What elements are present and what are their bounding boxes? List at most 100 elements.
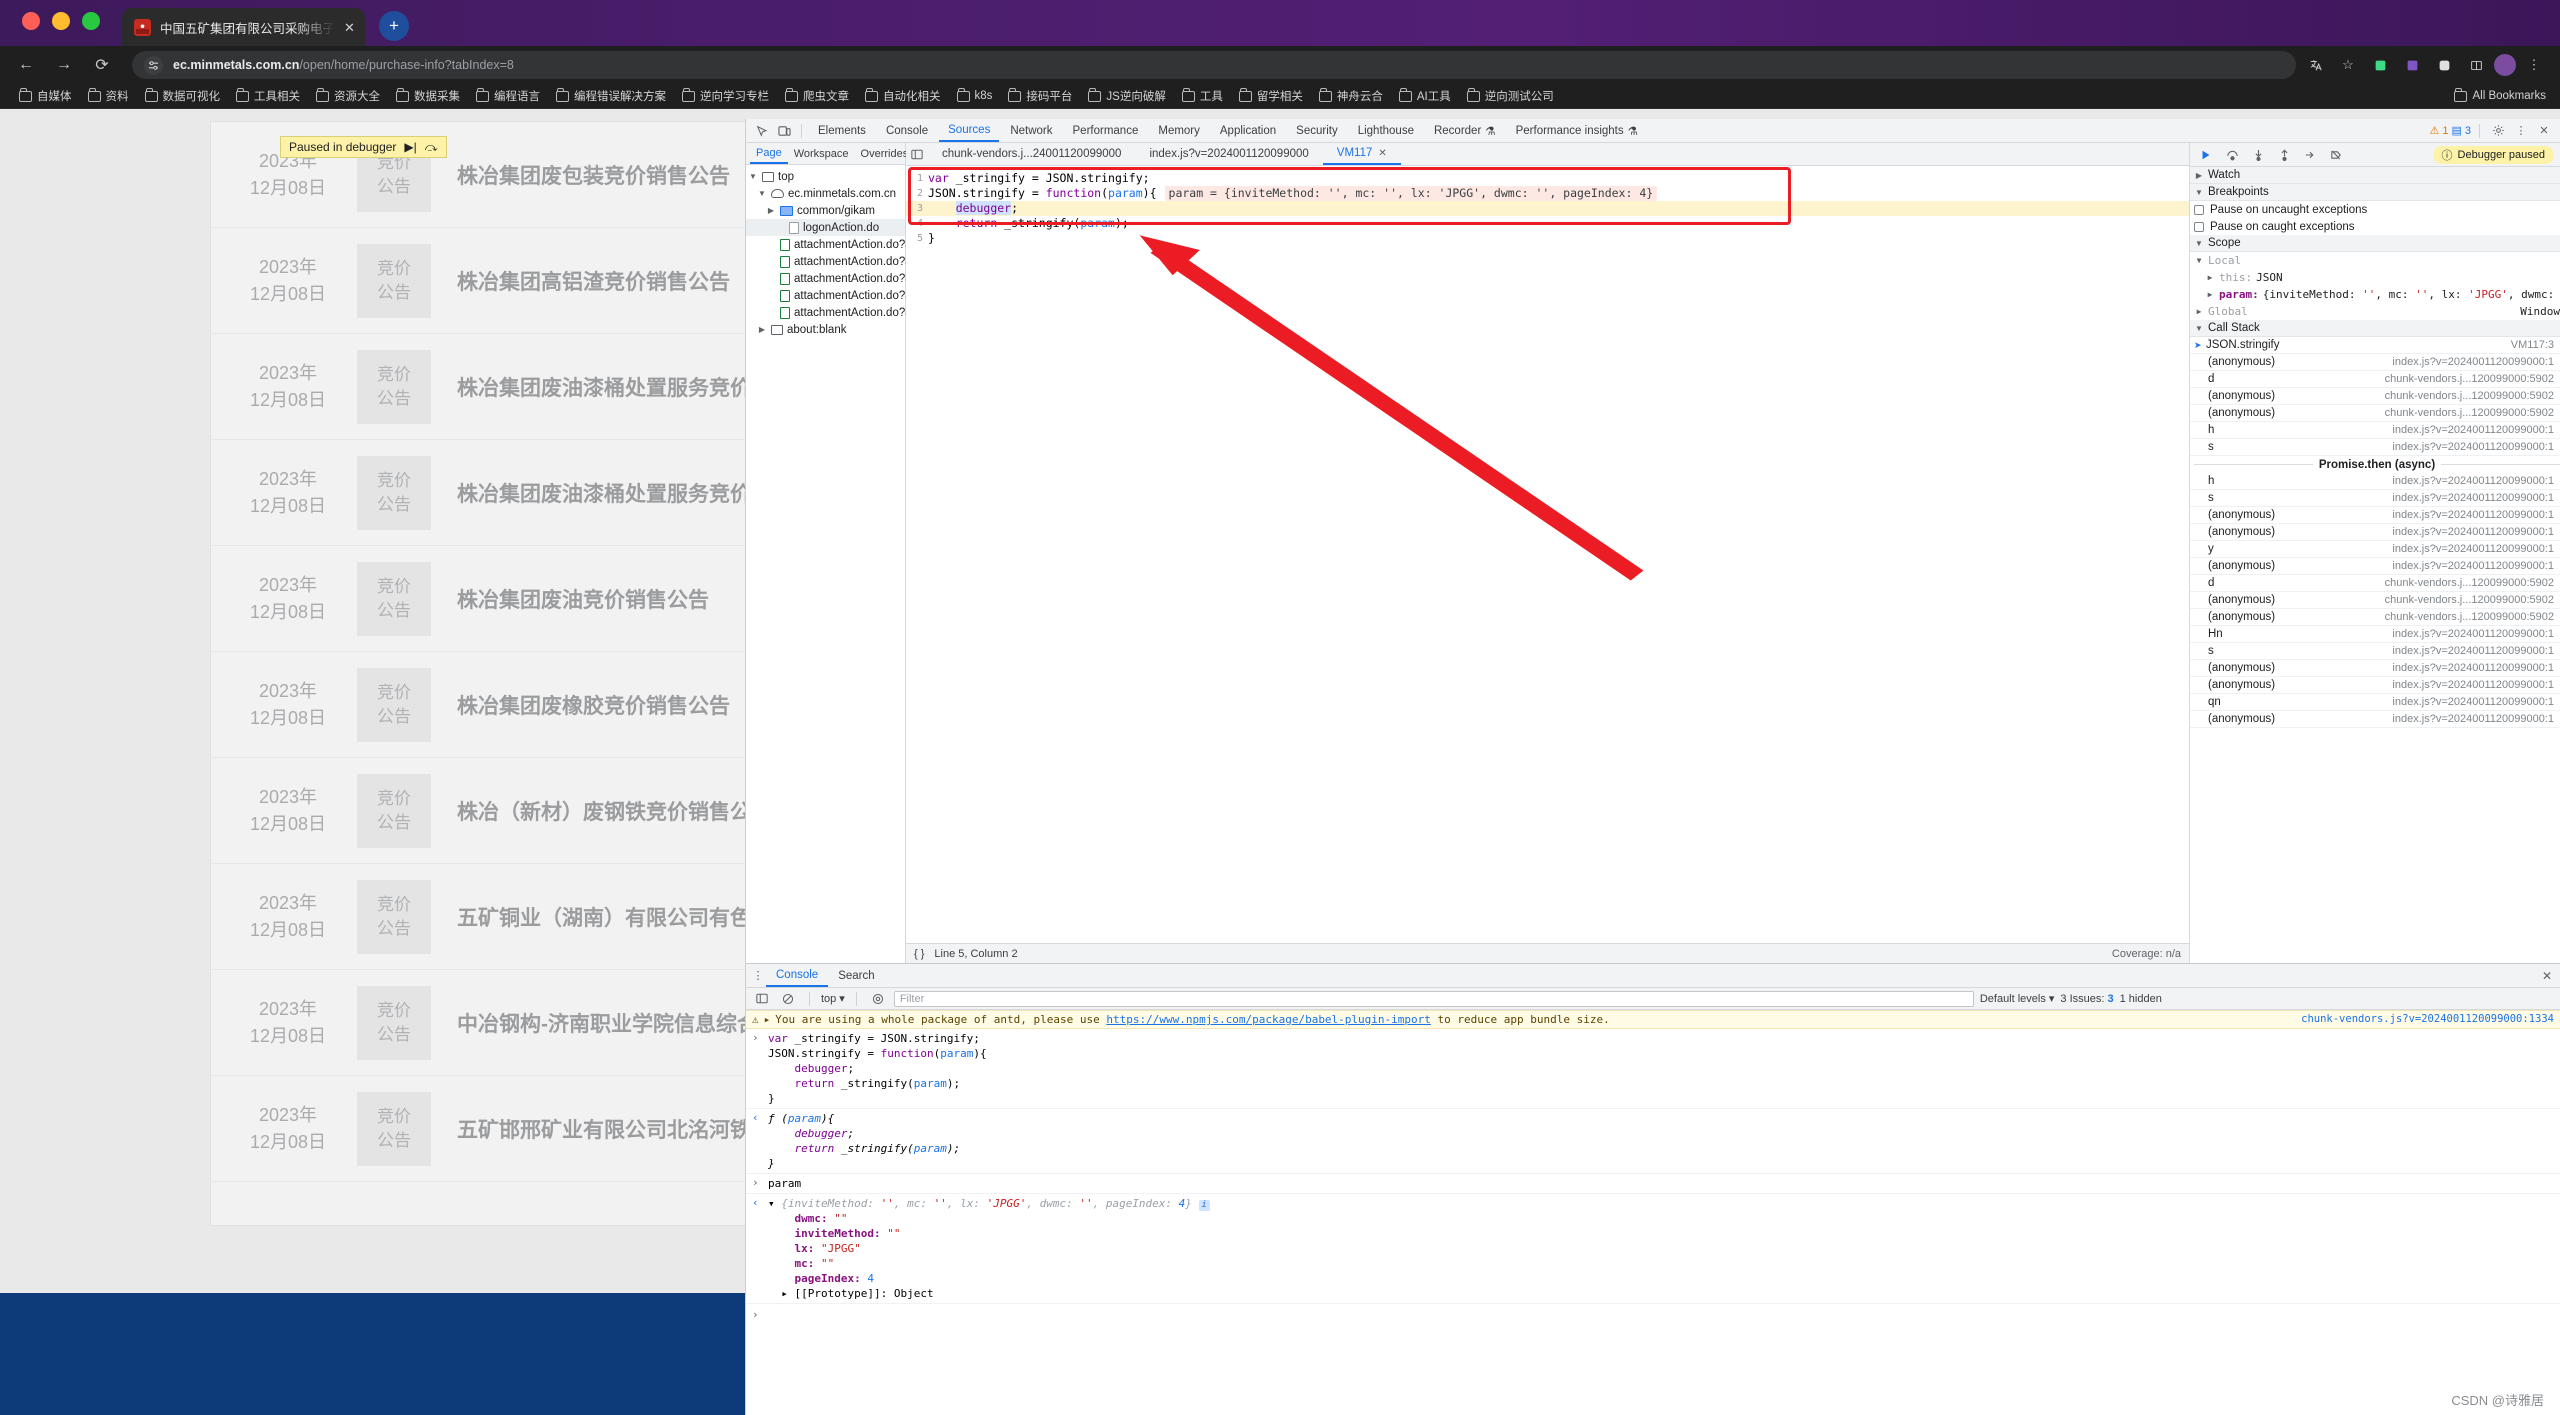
resume-script-icon[interactable]: ▶| — [404, 140, 416, 154]
clear-console-icon[interactable] — [778, 990, 798, 1008]
forward-icon[interactable]: → — [48, 49, 80, 81]
file-tree-row[interactable]: ▼ top — [746, 168, 905, 185]
toggle-navigator-icon[interactable] — [906, 149, 928, 160]
code-line[interactable]: 2 JSON.stringify = function(param){ para… — [906, 186, 2189, 201]
step-over-icon[interactable] — [2222, 146, 2242, 164]
bookmark-item[interactable]: 留学相关 — [1232, 86, 1310, 106]
tab-performance[interactable]: Performance — [1064, 119, 1148, 142]
announcement-title[interactable]: 株冶集团废橡胶竞价销售公告 — [457, 690, 730, 720]
step-out-icon[interactable] — [2274, 146, 2294, 164]
minimize-window-button[interactable] — [52, 12, 70, 30]
object-summary[interactable]: {inviteMethod: '', mc: '', lx: 'JPGG', d… — [781, 1197, 1192, 1210]
file-tree-row[interactable]: attachmentAction.do?actionType=sh — [746, 236, 980, 253]
section-breakpoints[interactable]: ▼ Breakpoints — [2190, 184, 2560, 201]
pause-uncaught-exceptions-row[interactable]: Pause on uncaught exceptions — [2190, 201, 2560, 218]
tab-network[interactable]: Network — [1001, 119, 1061, 142]
scope-row[interactable]: ▶ this: JSON — [2190, 269, 2560, 286]
pause-caught-exceptions-row[interactable]: Pause on caught exceptions — [2190, 218, 2560, 235]
brackets-icon[interactable]: { } — [914, 948, 924, 960]
live-expression-icon[interactable] — [868, 990, 888, 1008]
code-line[interactable]: 4 return _stringify(param); — [906, 216, 2189, 231]
bookmark-item[interactable]: 爬虫文章 — [778, 86, 856, 106]
chevron-down-icon[interactable]: ▼ — [748, 172, 758, 181]
editor-tab-chunk-vendors[interactable]: chunk-vendors.j...24001120099000 — [928, 143, 1135, 165]
code-line[interactable]: 5 } — [906, 231, 2189, 246]
call-stack-row[interactable]: (anonymous) chunk-vendors.j...120099000:… — [2190, 405, 2560, 422]
file-tree-row[interactable]: attachmentAction.do?actionType=sh — [746, 304, 980, 321]
tab-console[interactable]: Console — [877, 119, 937, 142]
drawer-menu-icon[interactable]: ⋮ — [750, 969, 766, 982]
bookmark-item[interactable]: 自动化相关 — [858, 86, 948, 106]
expand-arrow-icon[interactable]: ▸ — [781, 1287, 788, 1300]
tab-performance-insights[interactable]: Performance insights ⚗ — [1507, 119, 1647, 142]
bookmark-item[interactable]: 资料 — [81, 86, 136, 106]
scope-row[interactable]: ▶ param: {inviteMethod: '', mc: '', lx: … — [2190, 286, 2560, 303]
profile-avatar[interactable] — [2494, 54, 2516, 76]
console-sidebar-icon[interactable] — [752, 990, 772, 1008]
navigator-tab-workspace[interactable]: Workspace — [788, 143, 855, 164]
browser-menu-icon[interactable]: ⋮ — [2520, 51, 2548, 79]
file-tree-row[interactable]: attachmentAction.do?actionType=sh — [746, 253, 980, 270]
maximize-window-button[interactable] — [82, 12, 100, 30]
code-line[interactable]: 1 var _stringify = JSON.stringify; — [906, 171, 2189, 186]
call-stack-row[interactable]: (anonymous) index.js?v=2024001120099000:… — [2190, 524, 2560, 541]
announcement-title[interactable]: 株冶（新材）废钢铁竞价销售公告 — [457, 796, 772, 826]
console-prompt-row[interactable]: › — [746, 1304, 2560, 1325]
call-stack-row[interactable]: h index.js?v=2024001120099000:1 — [2190, 473, 2560, 490]
drawer-tab-console[interactable]: Console — [766, 964, 829, 987]
device-toolbar-icon[interactable] — [774, 122, 794, 140]
extension-icon-2[interactable] — [2398, 51, 2426, 79]
extension-icon-3[interactable] — [2430, 51, 2458, 79]
editor-tab-index-js[interactable]: index.js?v=2024001120099000 — [1135, 143, 1322, 165]
info-icon[interactable]: i — [1198, 1200, 1210, 1211]
warnings-badge[interactable]: ⚠ 1 — [2429, 124, 2448, 138]
extension-puzzle-icon[interactable] — [2366, 51, 2394, 79]
call-stack-row[interactable]: (anonymous) chunk-vendors.j...120099000:… — [2190, 388, 2560, 405]
close-devtools-icon[interactable]: ✕ — [2534, 122, 2554, 140]
gear-icon[interactable] — [2488, 122, 2508, 140]
call-stack-row[interactable]: Hn index.js?v=2024001120099000:1 — [2190, 626, 2560, 643]
code-editor[interactable]: 1 var _stringify = JSON.stringify; 2 JSO… — [906, 166, 2189, 943]
chevron-right-icon[interactable]: ▶ — [2194, 307, 2204, 316]
call-stack-row[interactable]: (anonymous) index.js?v=2024001120099000:… — [2190, 558, 2560, 575]
tab-sources[interactable]: Sources — [939, 119, 1000, 142]
file-tree-row[interactable]: attachmentAction.do?actionType=sh — [746, 287, 980, 304]
scope-row[interactable]: ▶ Global Window — [2190, 303, 2560, 320]
bookmark-item[interactable]: AI工具 — [1392, 86, 1458, 106]
bookmark-item[interactable]: 资源大全 — [309, 86, 387, 106]
announcement-title[interactable]: 株冶集团废油漆桶处置服务竞价公告 — [457, 372, 793, 402]
drawer-tab-search[interactable]: Search — [828, 964, 884, 987]
call-stack-row[interactable]: (anonymous) index.js?v=2024001120099000:… — [2190, 711, 2560, 728]
bookmark-item[interactable]: 数据可视化 — [138, 86, 228, 106]
call-stack-row[interactable]: h index.js?v=2024001120099000:1 — [2190, 422, 2560, 439]
checkbox[interactable] — [2194, 221, 2204, 232]
devtools-more-icon[interactable]: ⋮ — [2511, 122, 2531, 140]
tab-memory[interactable]: Memory — [1149, 119, 1209, 142]
tab-application[interactable]: Application — [1211, 119, 1285, 142]
chevron-down-icon[interactable]: ▼ — [757, 189, 767, 198]
chevron-right-icon[interactable]: ▶ — [2205, 290, 2215, 299]
bookmark-item[interactable]: 自媒体 — [12, 86, 79, 106]
code-line[interactable]: 3 debugger; — [906, 201, 2189, 216]
call-stack-row[interactable]: s index.js?v=2024001120099000:1 — [2190, 490, 2560, 507]
step-over-icon[interactable]: ⤼ — [425, 140, 438, 155]
close-window-button[interactable] — [22, 12, 40, 30]
call-stack-row[interactable]: d chunk-vendors.j...120099000:5902 — [2190, 371, 2560, 388]
call-stack-row[interactable]: d chunk-vendors.j...120099000:5902 — [2190, 575, 2560, 592]
chevron-right-icon[interactable]: ▶ — [766, 206, 776, 215]
announcement-title[interactable]: 株冶集团废油竞价销售公告 — [457, 584, 709, 614]
bookmark-item[interactable]: 神舟云合 — [1312, 86, 1390, 106]
announcement-title[interactable]: 株冶集团高铝渣竞价销售公告 — [457, 266, 730, 296]
step-icon[interactable] — [2300, 146, 2320, 164]
section-scope[interactable]: ▼ Scope — [2190, 235, 2560, 252]
bookmark-item[interactable]: 编程语言 — [469, 86, 547, 106]
bookmark-item[interactable]: 编程错误解决方案 — [549, 86, 673, 106]
translate-icon[interactable] — [2302, 51, 2330, 79]
call-stack-row[interactable]: ➤ JSON.stringify VM117:3 — [2190, 337, 2560, 354]
checkbox[interactable] — [2194, 204, 2204, 215]
bookmark-item[interactable]: 数据采集 — [389, 86, 467, 106]
tab-elements[interactable]: Elements — [809, 119, 875, 142]
console-context-selector[interactable]: top ▾ — [821, 992, 845, 1006]
console-issues-link[interactable]: 3 Issues: 3 — [2060, 993, 2113, 1005]
announcement-title[interactable]: 株冶集团废包装竞价销售公告 — [457, 160, 730, 190]
